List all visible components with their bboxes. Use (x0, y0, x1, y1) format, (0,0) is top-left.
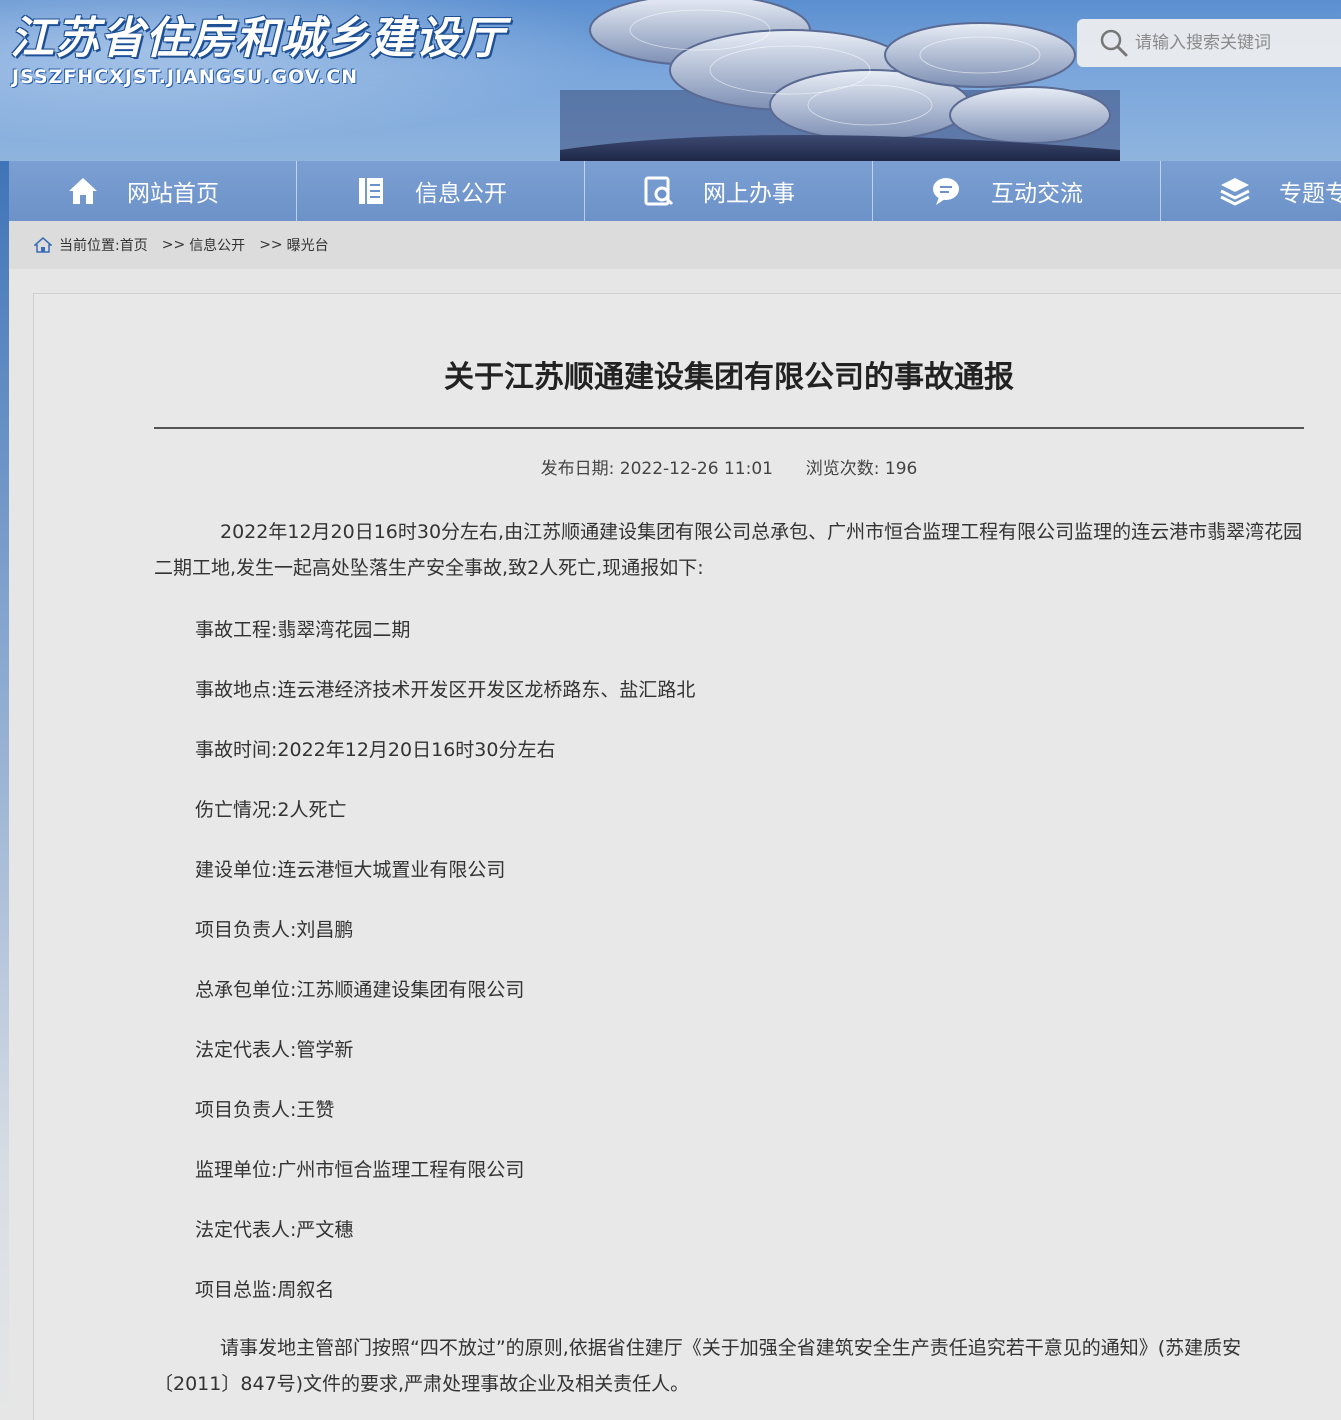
breadcrumb-info-link[interactable]: 信息公开 (189, 235, 245, 255)
search-icon[interactable] (1099, 28, 1129, 58)
article-intro: 2022年12月20日16时30分左右,由江苏顺通建设集团有限公司总承包、广州市… (154, 521, 1303, 579)
home-icon (69, 178, 97, 204)
nav-label: 网站首页 (127, 181, 219, 207)
nav-label: 互动交流 (991, 181, 1083, 207)
field-supervisor: 监理单位:广州市恒合监理工程有限公司 (195, 1159, 525, 1181)
nav-item-info-disclosure[interactable]: 信息公开 (297, 161, 585, 221)
article-meta: 发布日期: 2022-12-26 11:01 浏览次数: 196 (154, 454, 1304, 479)
service-icon (644, 176, 674, 206)
nav-item-interaction[interactable]: 互动交流 (873, 161, 1161, 221)
article-closing: 请事发地主管部门按照“四不放过”的原则,依据省住建厅《关于加强全省建筑安全生产责… (154, 1337, 1242, 1395)
breadcrumb-home-link[interactable]: 首页 (120, 235, 148, 255)
field-developer: 建设单位:连云港恒大城置业有限公司 (195, 859, 506, 881)
breadcrumb-separator: >> (161, 237, 186, 253)
views-count: 196 (884, 459, 918, 479)
title-divider (154, 427, 1304, 429)
nav-label: 专题专栏 (1279, 181, 1341, 207)
field-casualties: 伤亡情况:2人死亡 (195, 799, 347, 821)
field-supervisor-rep: 法定代表人:严文穗 (195, 1219, 354, 1241)
views-label: 浏览次数: (805, 459, 880, 479)
site-domain: JSSZFHCXJST.JIANGSU.GOV.CN (12, 66, 359, 88)
field-project: 事故工程:翡翠湾花园二期 (195, 619, 411, 641)
banner-building-image (560, 0, 1120, 161)
search-input[interactable] (1135, 33, 1335, 53)
publish-label: 发布日期: (540, 459, 615, 479)
site-title[interactable]: 江苏省住房和城乡建设厅 (10, 2, 505, 66)
field-contractor-pm: 项目负责人:王赞 (195, 1099, 335, 1121)
breadcrumb-home-icon (34, 237, 52, 253)
search-box[interactable] (1077, 19, 1341, 67)
breadcrumb: 当前位置: 首页 >> 信息公开 >> 曝光台 (9, 221, 1341, 269)
nav-item-home[interactable]: 网站首页 (9, 161, 297, 221)
field-chief-supervisor: 项目总监:周叙名 (195, 1279, 335, 1301)
field-contractor: 总承包单位:江苏顺通建设集团有限公司 (195, 979, 525, 1001)
left-accent-strip (0, 160, 9, 1420)
nav-item-online-service[interactable]: 网上办事 (585, 161, 873, 221)
breadcrumb-prefix: 当前位置: (59, 238, 120, 254)
nav-item-special-topics[interactable]: 专题专栏 (1161, 161, 1341, 221)
breadcrumb-exposure-link[interactable]: 曝光台 (287, 235, 329, 255)
field-time: 事故时间:2022年12月20日16时30分左右 (195, 739, 556, 761)
layers-icon (1220, 178, 1250, 206)
field-developer-pm: 项目负责人:刘昌鹏 (195, 919, 354, 941)
nav-label: 信息公开 (415, 181, 507, 207)
chat-icon (933, 178, 959, 205)
field-location: 事故地点:连云港经济技术开发区开发区龙桥路东、盐汇路北 (195, 679, 696, 701)
field-contractor-rep: 法定代表人:管学新 (195, 1039, 354, 1061)
nav-label: 网上办事 (703, 181, 795, 207)
article-title: 关于江苏顺通建设集团有限公司的事故通报 (444, 360, 1014, 395)
header-banner: 江苏省住房和城乡建设厅 JSSZFHCXJST.JIANGSU.GOV.CN (0, 0, 1341, 161)
document-icon (359, 178, 383, 204)
main-nav: 网站首页 信息公开 网上办事 互动交流 专题专 (9, 161, 1341, 221)
breadcrumb-separator: >> (259, 237, 283, 253)
publish-date: 2022-12-26 11:01 (619, 459, 773, 479)
